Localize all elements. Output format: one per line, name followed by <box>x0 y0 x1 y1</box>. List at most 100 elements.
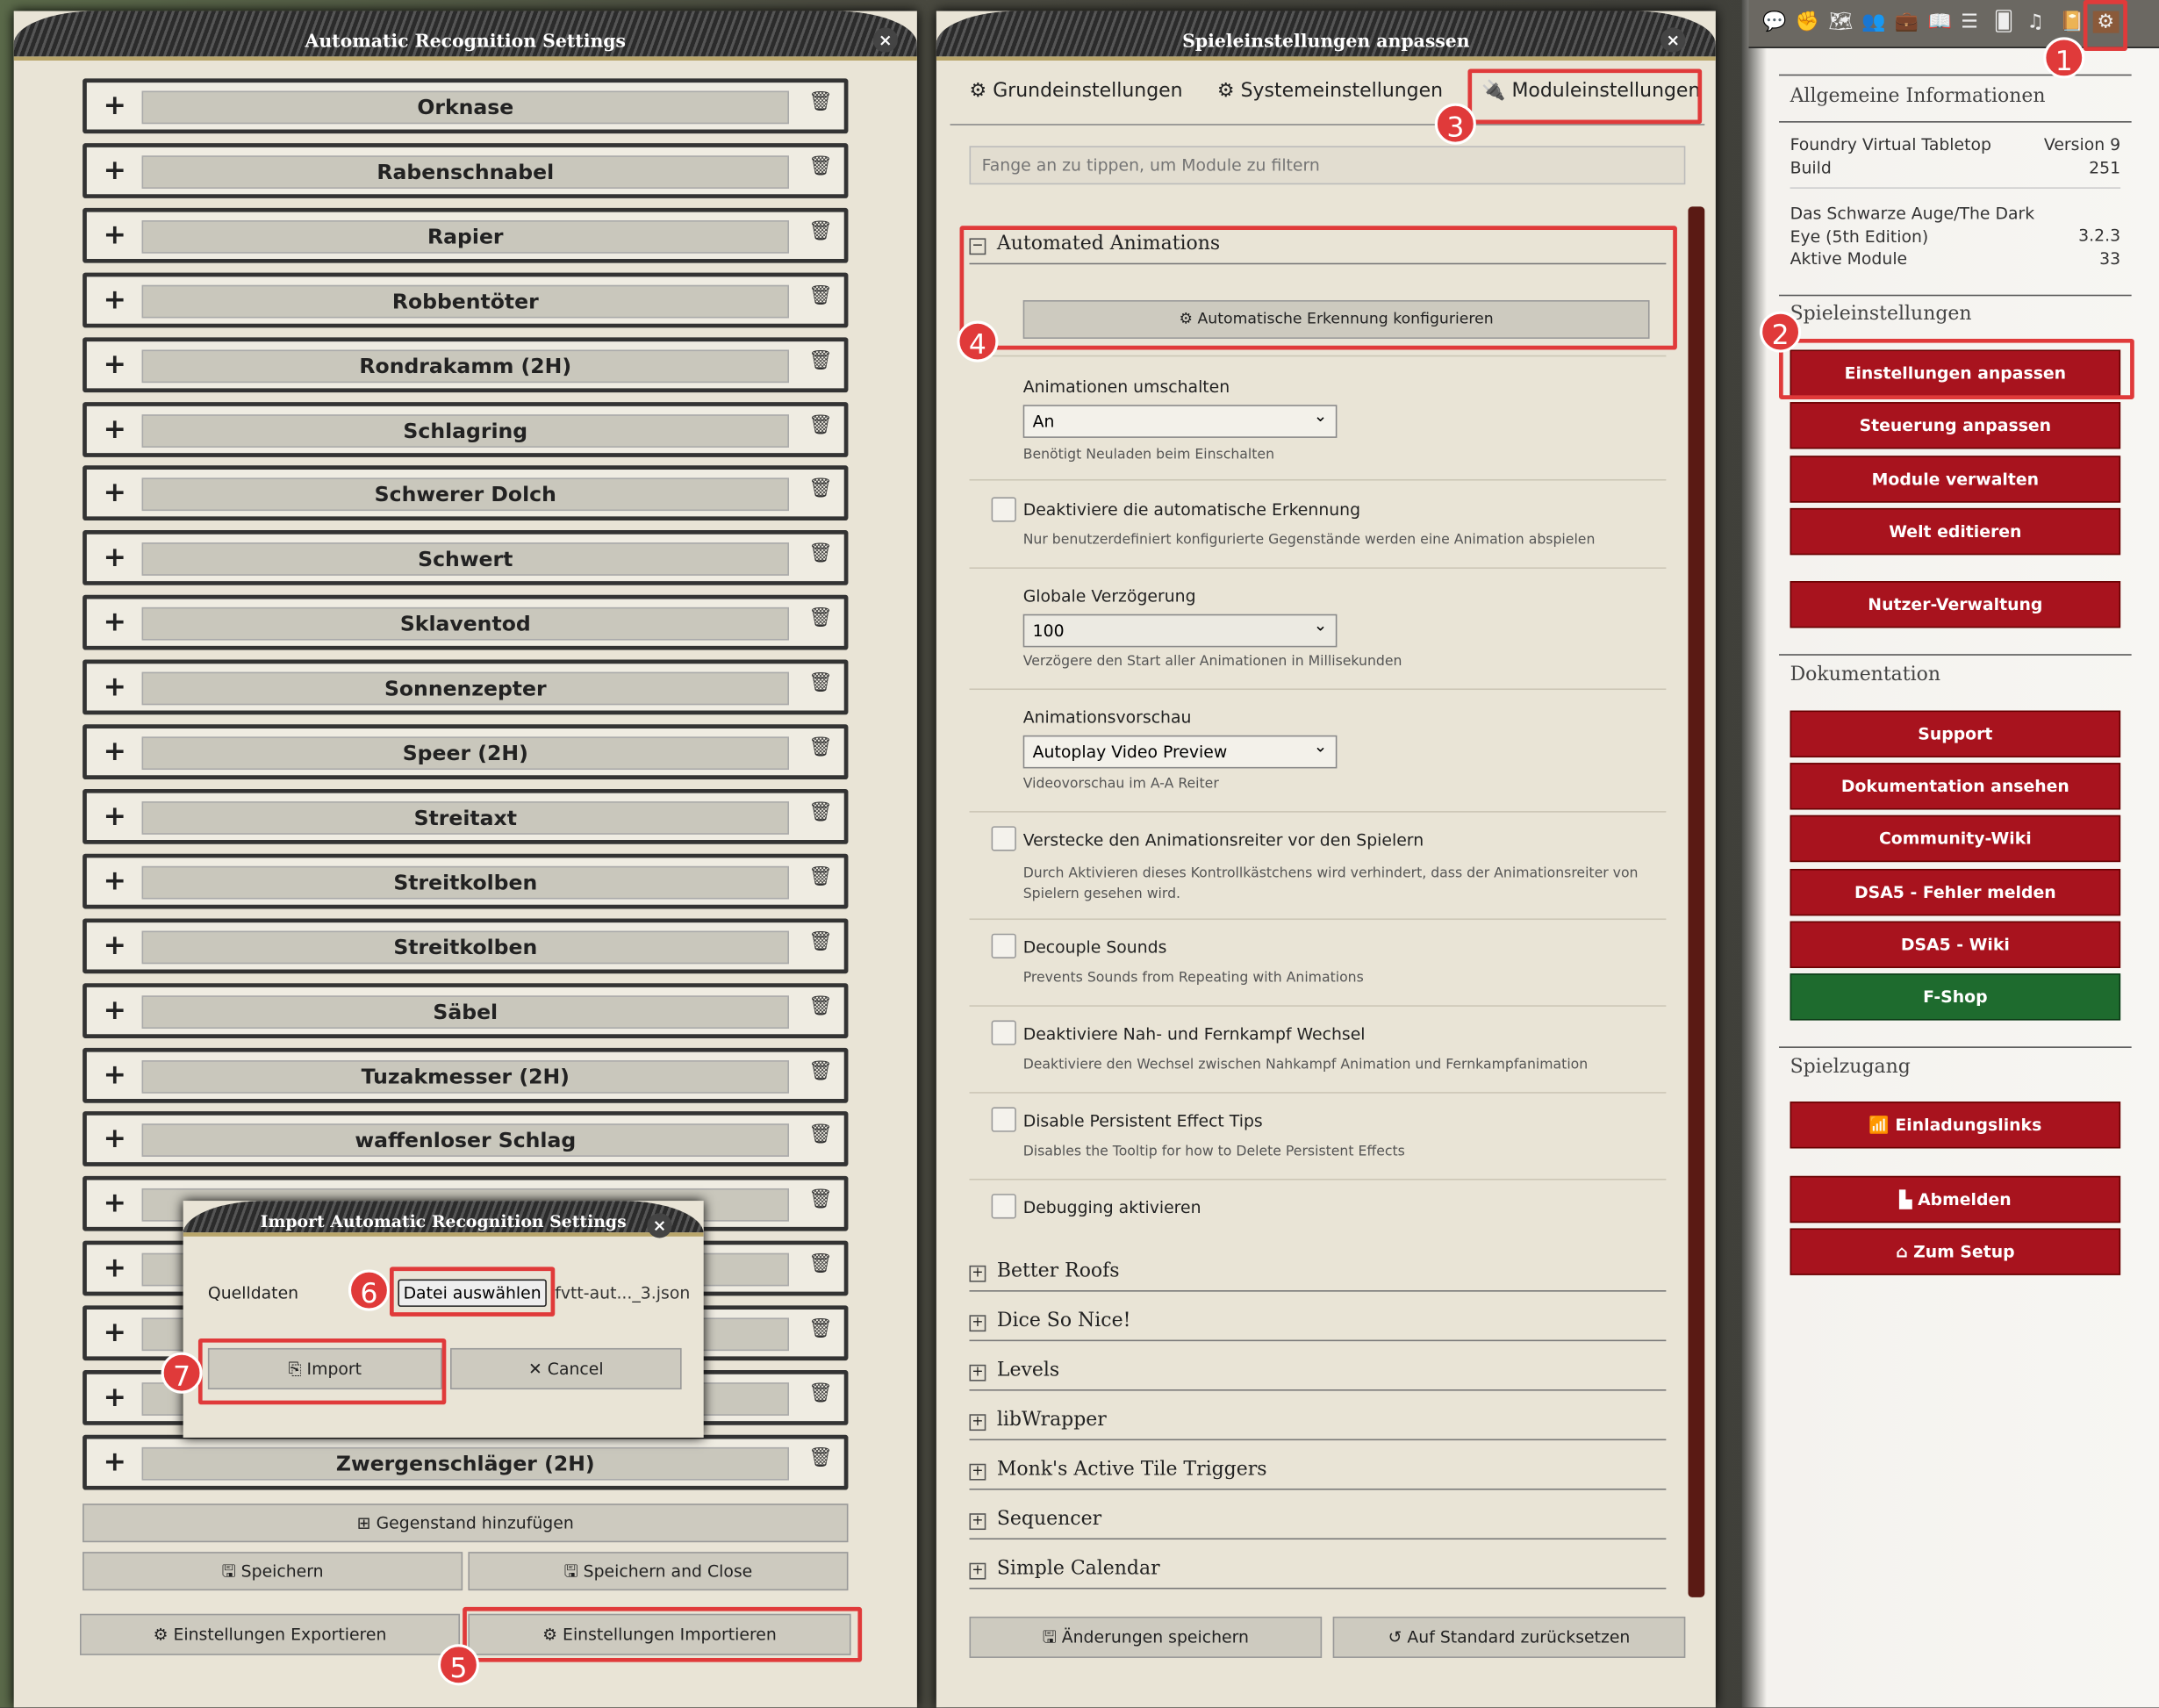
expand-icon[interactable]: + <box>104 540 126 573</box>
expand-icon[interactable]: + <box>104 88 126 121</box>
item-name[interactable]: Streitkolben <box>141 930 789 964</box>
trash-icon[interactable]: 🗑 <box>808 91 833 113</box>
game-settings-button[interactable]: Module verwalten <box>1790 455 2121 503</box>
add-item-button[interactable]: ⊞ Gegenstand hinzufügen <box>82 1503 849 1543</box>
expand-icon[interactable]: + <box>104 799 126 832</box>
module-section[interactable]: + Simple Calendar <box>969 1551 1667 1590</box>
user-management-button[interactable]: Nutzer-Verwaltung <box>1790 581 2121 628</box>
tab-core[interactable]: ⚙ Grundeinstellungen <box>970 80 1183 102</box>
expand-icon[interactable]: + <box>104 218 126 251</box>
expand-icon[interactable]: + <box>104 1057 126 1090</box>
item-name[interactable]: Streitkolben <box>141 865 789 900</box>
preview-select[interactable]: Autoplay Video Preview <box>1022 731 1338 769</box>
trash-icon[interactable]: 🗑 <box>808 1124 833 1146</box>
trash-icon[interactable]: 🗑 <box>808 478 833 500</box>
hide-tab-checkbox[interactable] <box>991 826 1016 851</box>
documentation-button[interactable]: Support <box>1790 710 2121 757</box>
window-title[interactable]: Spieleinstellungen anpassen <box>936 11 1716 61</box>
expand-icon[interactable]: + <box>104 347 126 380</box>
item-name[interactable]: Sklaventod <box>141 607 789 641</box>
trash-icon[interactable]: 🗑 <box>808 543 833 565</box>
combat-icon[interactable]: ✊ <box>1796 11 1819 33</box>
tables-icon[interactable]: ☰ <box>1961 11 1978 33</box>
trash-icon[interactable]: 🗑 <box>808 672 833 694</box>
window-title[interactable]: Automatic Recognition Settings <box>13 11 917 61</box>
item-name[interactable]: Speer (2H) <box>141 736 789 771</box>
trash-icon[interactable]: 🗑 <box>808 607 833 629</box>
logout-button[interactable]: ▙ Abmelden <box>1790 1175 2121 1224</box>
expand-icon[interactable]: + <box>104 476 126 509</box>
documentation-button[interactable]: DSA5 - Wiki <box>1790 921 2121 968</box>
trash-icon[interactable]: 🗑 <box>808 736 833 758</box>
expand-icon[interactable]: + <box>104 1251 126 1284</box>
game-settings-button[interactable]: Steuerung anpassen <box>1790 402 2121 449</box>
trash-icon[interactable]: 🗑 <box>808 995 833 1017</box>
trash-icon[interactable]: 🗑 <box>808 866 833 888</box>
close-icon[interactable]: × <box>647 1213 672 1238</box>
scrollbar[interactable] <box>1688 206 1705 1597</box>
expand-icon[interactable]: + <box>104 670 126 703</box>
expand-icon[interactable]: + <box>104 1122 126 1155</box>
item-name[interactable]: Rondrakamm (2H) <box>141 348 789 383</box>
reset-defaults-button[interactable]: ↺ Auf Standard zurücksetzen <box>1332 1616 1686 1658</box>
module-section[interactable]: + Monk's Active Tile Triggers <box>969 1452 1667 1490</box>
save-close-button[interactable]: 🖫 Speichern and Close <box>468 1552 849 1591</box>
module-section[interactable]: + Sequencer <box>969 1501 1667 1540</box>
item-name[interactable]: Tuzakmesser (2H) <box>141 1059 789 1093</box>
invite-links-button[interactable]: 📶 Einladungslinks <box>1790 1102 2121 1149</box>
global-delay-input[interactable]: 100 <box>1022 610 1338 648</box>
module-section[interactable]: + Dice So Nice! <box>969 1303 1667 1342</box>
scenes-icon[interactable]: 🗺 <box>1828 11 1853 33</box>
item-name[interactable]: waffenloser Schlag <box>141 1123 789 1158</box>
dialog-title[interactable]: Import Automatic Recognition Settings <box>183 1201 704 1237</box>
module-filter-input[interactable] <box>969 146 1686 185</box>
expand-icon[interactable]: + <box>104 282 126 315</box>
expand-icon[interactable]: + <box>104 993 126 1026</box>
item-name[interactable]: Zwergenschläger (2H) <box>141 1446 789 1481</box>
expand-icon[interactable]: + <box>104 411 126 444</box>
item-name[interactable]: Orknase <box>141 90 789 125</box>
compendium-icon[interactable]: 📔 <box>2060 11 2084 33</box>
tab-system[interactable]: ⚙ Systemeinstellungen <box>1217 80 1443 102</box>
item-name[interactable]: Streitaxt <box>141 800 789 835</box>
playlists-icon[interactable]: ♫ <box>2026 11 2044 33</box>
trash-icon[interactable]: 🗑 <box>808 1447 833 1469</box>
decouple-checkbox[interactable] <box>991 933 1016 958</box>
documentation-button[interactable]: DSA5 - Fehler melden <box>1790 868 2121 915</box>
journal-icon[interactable]: 📖 <box>1927 11 1951 33</box>
trash-icon[interactable]: 🗑 <box>808 155 833 177</box>
close-icon[interactable]: × <box>1660 27 1686 53</box>
export-settings-button[interactable]: ⚙ Einstellungen Exportieren <box>79 1613 461 1655</box>
disable-auto-checkbox[interactable] <box>991 497 1016 522</box>
documentation-button[interactable]: Dokumentation ansehen <box>1790 763 2121 810</box>
expand-icon[interactable]: + <box>104 928 126 961</box>
module-section[interactable]: + libWrapper <box>969 1402 1667 1441</box>
close-icon[interactable]: × <box>872 27 898 53</box>
expand-icon[interactable]: + <box>104 153 126 186</box>
trash-icon[interactable]: 🗑 <box>808 1253 833 1275</box>
trash-icon[interactable]: 🗑 <box>808 1059 833 1081</box>
trash-icon[interactable]: 🗑 <box>808 801 833 823</box>
item-name[interactable]: Schlagring <box>141 413 789 448</box>
module-section[interactable]: + Better Roofs <box>969 1253 1667 1292</box>
expand-icon[interactable]: + <box>104 1445 126 1478</box>
f-shop-button[interactable]: F-Shop <box>1790 973 2121 1021</box>
module-section[interactable]: + Levels <box>969 1353 1667 1391</box>
item-name[interactable]: Säbel <box>141 994 789 1029</box>
trash-icon[interactable]: 🗑 <box>808 1318 833 1340</box>
expand-icon[interactable]: + <box>104 1380 126 1413</box>
debug-checkbox[interactable] <box>991 1194 1016 1219</box>
cards-icon[interactable]: 🂠 <box>1994 11 2013 33</box>
trash-icon[interactable]: 🗑 <box>808 1188 833 1210</box>
expand-icon[interactable]: + <box>104 605 126 638</box>
item-name[interactable]: Rapier <box>141 219 789 254</box>
setup-button[interactable]: ⌂ Zum Setup <box>1790 1228 2121 1275</box>
cancel-button[interactable]: ✕ Cancel <box>450 1347 682 1390</box>
item-name[interactable]: Schwert <box>141 542 789 577</box>
save-changes-button[interactable]: 🖫 Änderungen speichern <box>969 1616 1323 1658</box>
persist-checkbox[interactable] <box>991 1107 1016 1132</box>
trash-icon[interactable]: 🗑 <box>808 413 833 435</box>
item-name[interactable]: Schwerer Dolch <box>141 478 789 512</box>
expand-icon[interactable]: + <box>104 1315 126 1348</box>
save-button[interactable]: 🖫 Speichern <box>82 1552 463 1591</box>
